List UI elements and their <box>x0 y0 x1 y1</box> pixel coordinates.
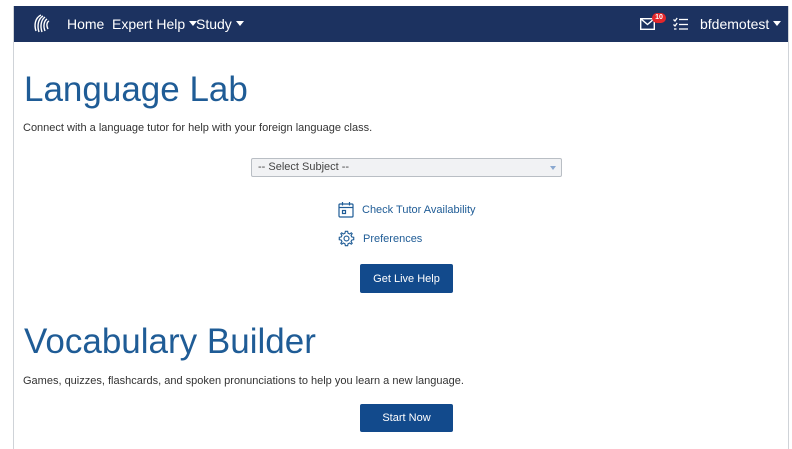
start-now-label: Start Now <box>382 412 431 424</box>
nav-home-link[interactable]: Home <box>67 15 104 33</box>
vocabulary-builder-description: Games, quizzes, flashcards, and spoken p… <box>23 375 464 387</box>
nav-expert-help-menu[interactable]: Expert Help <box>112 15 198 33</box>
language-lab-title: Language Lab <box>24 70 248 109</box>
nav-study-menu[interactable]: Study <box>196 15 244 33</box>
language-lab-description: Connect with a language tutor for help w… <box>23 122 373 134</box>
top-navbar: Home Expert Help Study 10 bfdemotest <box>14 6 788 42</box>
chevron-down-icon <box>550 166 556 170</box>
app-frame: Home Expert Help Study 10 bfdemotest Lan… <box>13 6 789 449</box>
preferences-label: Preferences <box>363 232 423 245</box>
subject-select-value: -- Select Subject -- <box>258 161 350 173</box>
gear-icon <box>338 230 355 247</box>
notification-badge: 10 <box>652 13 666 23</box>
check-tutor-availability-link[interactable]: Check Tutor Availability <box>338 201 476 218</box>
get-live-help-button[interactable]: Get Live Help <box>360 264 453 293</box>
subject-select[interactable]: -- Select Subject -- <box>251 158 562 177</box>
brand-logo-icon[interactable] <box>32 13 52 35</box>
username-label: bfdemotest <box>700 16 770 32</box>
user-menu[interactable]: bfdemotest <box>700 15 782 33</box>
start-now-button[interactable]: Start Now <box>360 404 453 432</box>
get-live-help-label: Get Live Help <box>373 272 440 285</box>
calendar-icon <box>338 202 354 218</box>
check-tutor-availability-label: Check Tutor Availability <box>362 203 476 216</box>
checklist-icon[interactable] <box>673 17 688 31</box>
chevron-down-icon <box>773 20 782 26</box>
vocabulary-builder-title: Vocabulary Builder <box>24 322 316 361</box>
chevron-down-icon <box>235 20 244 26</box>
nav-expert-help-label: Expert Help <box>112 16 186 32</box>
nav-study-label: Study <box>196 16 232 32</box>
preferences-link[interactable]: Preferences <box>338 230 422 247</box>
